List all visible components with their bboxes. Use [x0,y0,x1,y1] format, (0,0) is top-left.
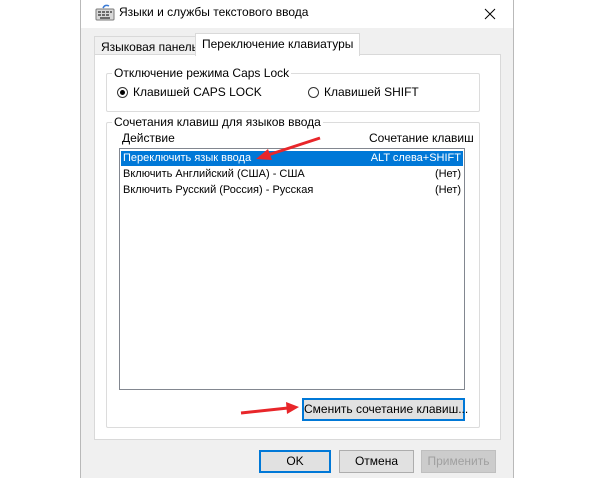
list-item[interactable]: Включить Русский (Россия) - Русская (Нет… [121,183,463,198]
list-item-action: Включить Английский (США) - США [123,168,305,180]
hotkeys-group-label: Сочетания клавиш для языков ввода [112,115,323,129]
close-button[interactable] [467,0,513,28]
caps-lock-group-label: Отключение режима Caps Lock [112,66,292,80]
change-hotkey-button[interactable]: Сменить сочетание клавиш... [302,398,468,421]
window-title: Языки и службы текстового ввода [119,5,309,19]
list-item[interactable]: Переключить язык ввода ALT слева+SHIFT [121,151,463,166]
radio-unselected-icon [308,86,319,98]
column-header-action: Действие [122,131,175,145]
radio-selected-icon [117,86,128,98]
list-item-action: Переключить язык ввода [123,152,252,164]
list-item-action: Включить Русский (Россия) - Русская [123,184,314,196]
cancel-button[interactable]: Отмена [339,450,414,473]
tab-keyboard-switching[interactable]: Переключение клавиатуры [195,33,361,56]
list-item-keys: ALT слева+SHIFT [370,152,461,164]
apply-button[interactable]: Применить [421,450,496,473]
list-item-keys: (Нет) [434,184,461,196]
list-item-keys: (Нет) [434,168,461,180]
radio-shift-key[interactable]: Клавишей SHIFT [308,85,419,99]
title-bar: Языки и службы текстового ввода [81,0,513,28]
radio-label: Клавишей CAPS LOCK [133,85,262,99]
column-header-keys: Сочетание клавиш [369,131,474,145]
ok-button[interactable]: OK [259,450,331,473]
keyboard-icon [95,4,115,22]
list-item[interactable]: Включить Английский (США) - США (Нет) [121,167,463,182]
radio-label: Клавишей SHIFT [324,85,419,99]
radio-caps-lock-key[interactable]: Клавишей CAPS LOCK [117,85,262,99]
close-icon [484,8,496,20]
tab-language-bar[interactable]: Языковая панель [94,36,205,56]
hotkeys-list[interactable]: Переключить язык ввода ALT слева+SHIFT В… [119,148,465,390]
